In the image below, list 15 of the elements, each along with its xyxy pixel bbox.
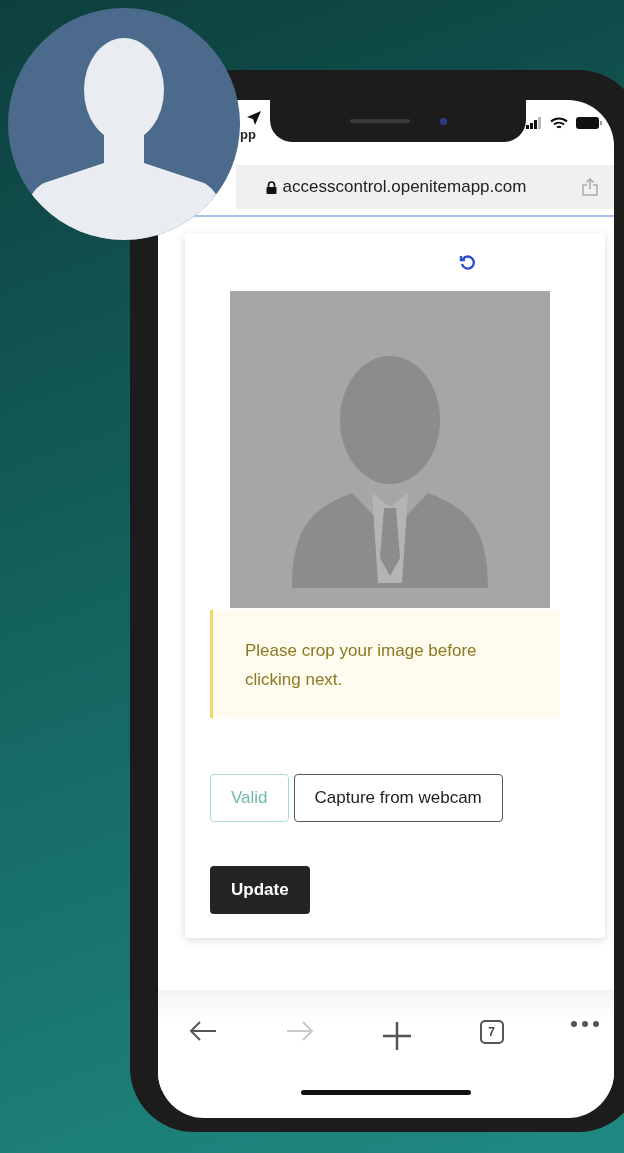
update-button[interactable]: Update	[210, 866, 310, 914]
rotate-icon[interactable]	[459, 254, 475, 270]
address-bar[interactable]: accesscontrol.openitemapp.com	[236, 165, 614, 209]
url-text: accesscontrol.openitemapp.com	[282, 176, 527, 199]
tab-count-button[interactable]: 7	[479, 1020, 504, 1044]
plus-icon[interactable]	[381, 1020, 413, 1052]
alert-message: Please crop your image before clicking next.	[245, 640, 478, 691]
location-arrow-icon	[246, 110, 262, 126]
lock-icon	[265, 180, 277, 194]
capture-button[interactable]: Capture from webcam	[293, 774, 503, 822]
back-icon[interactable]	[188, 1020, 218, 1042]
more-icon[interactable]	[570, 1020, 600, 1028]
wifi-icon	[550, 116, 568, 130]
app-label: pp	[240, 128, 256, 141]
battery-icon	[576, 117, 602, 129]
